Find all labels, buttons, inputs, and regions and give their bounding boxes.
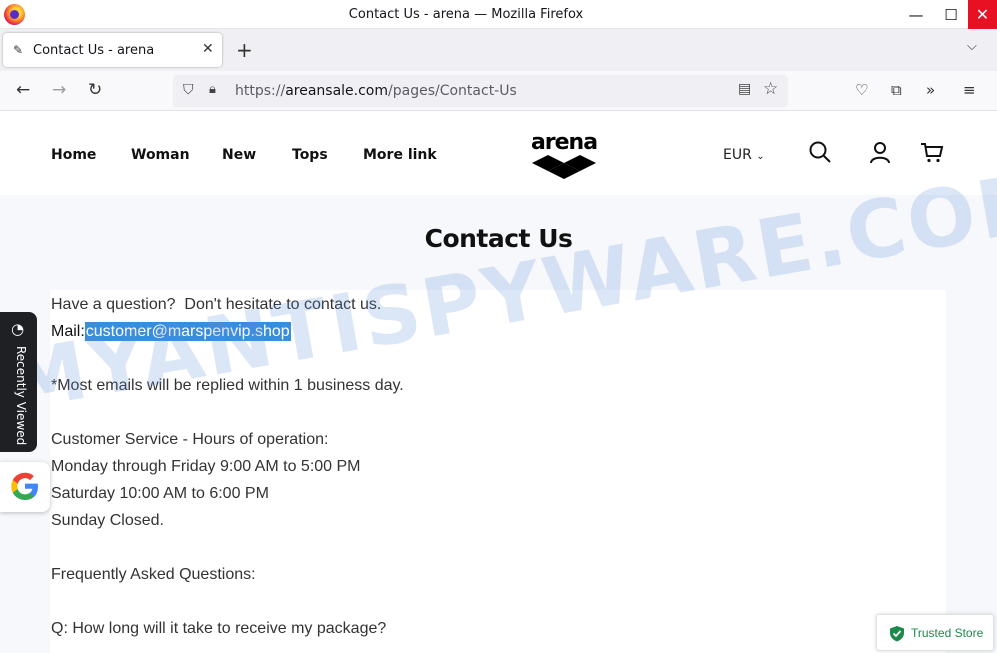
lock-icon[interactable]: 🔒︎ [209,82,216,97]
tracking-shield-icon[interactable]: ⛉ [183,82,194,98]
tab-strip: ✎ Contact Us - arena ✕ + ⌵ [0,29,997,71]
chevron-down-icon: ⌄ [756,151,765,162]
reload-icon[interactable]: ↻ [88,80,102,100]
tab-close-icon[interactable]: ✕ [202,41,214,57]
maximize-button[interactable]: ☐ [935,0,967,29]
tab-title: Contact Us - arena [33,43,155,58]
hours-sunday: Sunday Closed. [51,512,164,529]
reader-view-icon[interactable]: ▤ [738,81,751,97]
recently-viewed-label: Recently Viewed [14,346,28,446]
nav-tops[interactable]: Tops [292,147,328,163]
logo-wordmark: arena [530,130,598,155]
currency-selector[interactable]: EUR ⌄ [723,147,765,163]
faq-question-1: Q: How long will it take to receive my p… [51,620,387,637]
pocket-icon[interactable]: ♡ [855,81,868,99]
more-tools-icon[interactable]: » [926,81,935,99]
recently-viewed-tab[interactable]: ◔ Recently Viewed [0,312,37,452]
url-host: areansale.com [285,83,389,99]
tab-contact-us[interactable]: ✎ Contact Us - arena ✕ [3,33,222,67]
google-g-icon [11,472,38,500]
minimize-button[interactable]: — [900,0,932,29]
url-bar[interactable]: ⛉ 🔒︎ https://areansale.com/pages/Contact… [173,75,788,107]
extensions-icon[interactable]: ⧉ [891,81,902,99]
forward-arrow-icon[interactable]: → [52,80,66,100]
cart-icon[interactable] [920,140,944,164]
back-arrow-icon[interactable]: ← [16,80,30,100]
logo-diamond-icon [532,155,596,179]
currency-value: EUR [723,147,752,163]
hours-title: Customer Service - Hours of operation: [51,431,329,448]
bookmark-star-icon[interactable]: ☆ [763,79,778,99]
nav-home[interactable]: Home [51,147,96,163]
search-icon[interactable] [808,140,832,164]
list-all-tabs-button[interactable]: ⌵ [967,39,977,54]
google-button[interactable] [0,462,50,512]
window-titlebar: Contact Us - arena — Mozilla Firefox — ☐… [0,0,997,29]
site-header: Home Woman New Tops More link arena EUR … [0,112,997,195]
url-scheme: https:// [235,83,286,99]
trusted-store-badge[interactable]: Trusted Store [876,614,994,651]
url-path: /pages/Contact-Us [388,83,517,99]
faq-title: Frequently Asked Questions: [51,566,256,583]
close-window-button[interactable]: ✕ [968,0,997,29]
new-tab-button[interactable]: + [236,38,253,62]
nav-more-link[interactable]: More link [363,147,437,163]
hours-weekdays: Monday through Friday 9:00 AM to 5:00 PM [51,458,361,475]
nav-new[interactable]: New [222,147,256,163]
arena-logo[interactable]: arena [530,130,598,180]
window-title: Contact Us - arena — Mozilla Firefox [348,7,584,22]
nav-woman[interactable]: Woman [131,147,190,163]
history-icon: ◔ [11,320,25,338]
tab-favicon-icon: ✎ [13,43,24,57]
navigation-toolbar: ← → ↻ ⛉ 🔒︎ https://areansale.com/pages/C… [0,71,997,111]
hours-saturday: Saturday 10:00 AM to 6:00 PM [51,485,269,502]
trusted-store-label: Trusted Store [911,626,984,640]
shield-check-icon [890,626,904,642]
url-text[interactable]: https://areansale.com/pages/Contact-Us [235,83,517,99]
account-icon[interactable] [868,140,892,164]
hamburger-menu-icon[interactable]: ≡ [963,81,976,99]
